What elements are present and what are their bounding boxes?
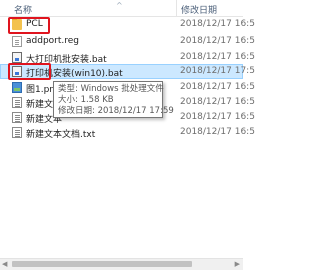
- horizontal-scrollbar[interactable]: ◀ ▶: [0, 258, 243, 270]
- tooltip-type: 类型: Windows 批处理文件: [58, 84, 164, 94]
- column-divider[interactable]: [176, 0, 177, 16]
- file-row-addport[interactable]: addport.reg 2018/12/17 16:5: [0, 34, 255, 49]
- text-file-icon: [12, 127, 22, 138]
- tooltip-modified: 修改日期: 2018/12/17 17:59: [58, 106, 174, 116]
- text-file-icon: [12, 97, 22, 108]
- file-date: 2018/12/17 16:5: [180, 19, 255, 29]
- image-file-icon: [12, 82, 22, 93]
- file-name: 新建文本文档.txt: [26, 130, 96, 140]
- scroll-left-icon[interactable]: ◀: [2, 260, 7, 268]
- bat-file-icon: [12, 52, 22, 63]
- file-row-text-3[interactable]: 新建文本文档.txt 2018/12/17 16:5: [0, 125, 255, 140]
- highlight-box-bat: [8, 63, 51, 80]
- file-name: addport.reg: [26, 36, 80, 46]
- file-date: 2018/12/17 17:5: [180, 66, 255, 76]
- file-date: 2018/12/17 16:5: [180, 36, 255, 46]
- scroll-right-icon[interactable]: ▶: [235, 260, 240, 268]
- column-date-header[interactable]: 修改日期: [181, 3, 217, 16]
- file-date: 2018/12/17 16:5: [180, 52, 255, 62]
- file-date: 2018/12/17 16:5: [180, 82, 255, 92]
- file-date: 2018/12/17 16:5: [180, 97, 255, 107]
- text-file-icon: [12, 112, 22, 123]
- scrollbar-thumb[interactable]: [12, 261, 192, 267]
- highlight-box-pcl: [8, 17, 50, 34]
- file-info-tooltip: 类型: Windows 批处理文件 大小: 1.58 KB 修改日期: 2018…: [53, 81, 174, 118]
- file-date: 2018/12/17 16:5: [180, 127, 255, 137]
- column-header: 名称 ^ 修改日期: [0, 0, 243, 17]
- sort-arrow-icon: ^: [116, 1, 123, 10]
- tooltip-size: 大小: 1.58 KB: [58, 95, 114, 105]
- reg-file-icon: [12, 36, 22, 47]
- column-name-header[interactable]: 名称: [14, 3, 32, 16]
- file-date: 2018/12/17 16:5: [180, 112, 255, 122]
